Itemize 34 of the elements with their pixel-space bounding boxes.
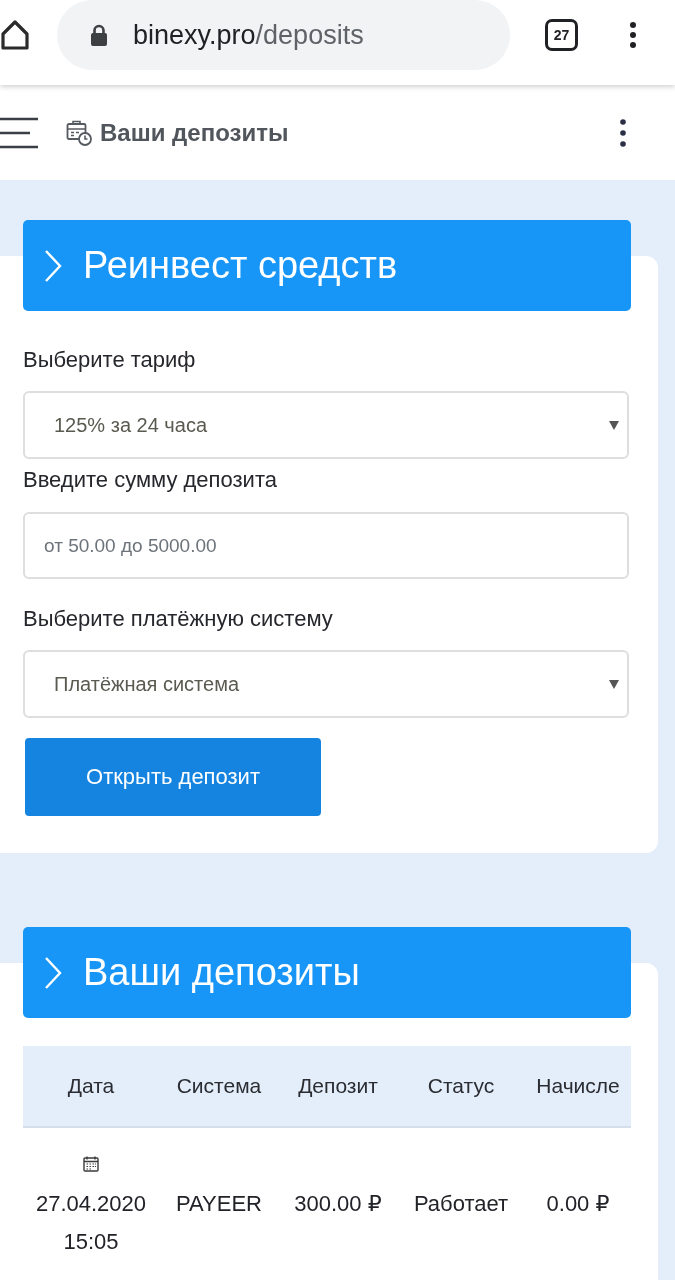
page-title: Ваши депозиты — [100, 118, 289, 147]
column-header: Депозит — [298, 1074, 378, 1098]
table-cell-text: 300.00 ₽ — [294, 1190, 382, 1218]
chevron-right-icon — [44, 955, 62, 990]
section-title: Реинвест средств — [83, 244, 398, 287]
table-cell-text: 27.04.2020 15:05 — [34, 1190, 148, 1256]
open-deposit-button[interactable]: Открыть депозит — [25, 738, 321, 816]
caret-down-icon — [609, 420, 619, 430]
lock-icon — [90, 24, 108, 46]
field-label: Введите сумму депозита — [23, 467, 277, 493]
tab-count-button[interactable]: 27 — [545, 19, 578, 51]
url-text: binexy.pro/deposits — [133, 19, 364, 51]
menu-icon[interactable] — [0, 116, 38, 149]
column-header: Система — [176, 1074, 262, 1098]
table-cell-text: Работает — [413, 1190, 509, 1218]
table-cell-text: 0.00 ₽ — [546, 1190, 610, 1218]
caret-down-icon — [609, 679, 619, 689]
field-label: Выберите платёжную систему — [23, 606, 333, 632]
more-options-icon[interactable] — [630, 22, 636, 48]
address-bar[interactable]: binexy.pro/deposits — [57, 0, 510, 70]
select-field[interactable]: Платёжная система — [23, 650, 629, 718]
calendar-clock-icon — [66, 119, 92, 146]
column-header: Дата — [67, 1074, 115, 1098]
chevron-right-icon — [44, 248, 62, 283]
column-header: Статус — [427, 1074, 495, 1098]
amount-input-field[interactable]: от 50.00 до 5000.00 — [23, 512, 629, 579]
table-cell-text: PAYEER — [176, 1190, 262, 1218]
select-field[interactable]: 125% за 24 часа — [23, 391, 629, 459]
home-icon[interactable] — [0, 19, 30, 51]
column-header: Начисле — [536, 1074, 620, 1098]
field-label: Выберите тариф — [23, 347, 196, 373]
section-title: Ваши депозиты — [83, 951, 360, 994]
more-options-icon[interactable] — [620, 118, 626, 147]
calendar-icon — [83, 1156, 99, 1172]
